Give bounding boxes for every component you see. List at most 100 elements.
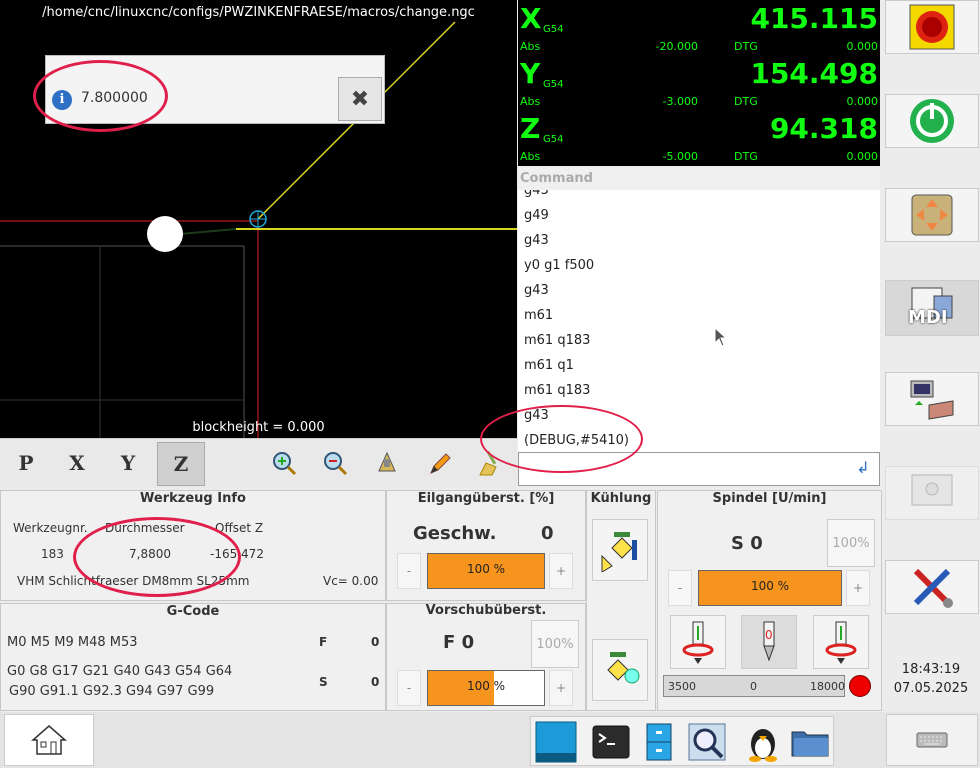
view-y-button[interactable]: Y bbox=[105, 442, 151, 484]
mist-coolant-button[interactable] bbox=[592, 639, 648, 701]
feed-100-button[interactable]: 100% bbox=[531, 620, 579, 668]
annotation-circle bbox=[33, 60, 168, 132]
view-p-button[interactable]: P bbox=[3, 442, 49, 484]
axis-coord: G54 bbox=[543, 134, 564, 145]
tool-view-button[interactable] bbox=[364, 442, 410, 484]
history-item[interactable]: g43 bbox=[524, 233, 549, 248]
preview-file-path: /home/cnc/linuxcnc/configs/PWZINKENFRAES… bbox=[42, 5, 475, 20]
rapid-speed-value: 0 bbox=[541, 523, 554, 544]
penguin-icon bbox=[749, 729, 777, 762]
keyboard-icon bbox=[916, 732, 948, 748]
home-icon bbox=[31, 725, 67, 755]
rapid-speed-label: Geschw. bbox=[413, 523, 497, 544]
cooling-panel: Kühlung bbox=[586, 490, 656, 711]
file-cabinet-button[interactable] bbox=[637, 720, 681, 764]
axis-letter: X bbox=[520, 2, 542, 35]
history-item[interactable]: g43 bbox=[524, 190, 549, 198]
folder-icon bbox=[791, 731, 829, 757]
mdi-mode-button[interactable]: MDI bbox=[885, 280, 979, 336]
spindle-stop-button[interactable]: 0 bbox=[741, 615, 797, 669]
feed-minus-button[interactable]: - bbox=[397, 670, 421, 706]
dtg-label: DTG bbox=[734, 40, 758, 53]
dtg-value: 0.000 bbox=[846, 40, 879, 53]
history-item[interactable]: g43 bbox=[524, 283, 549, 298]
search-app-button[interactable] bbox=[685, 720, 729, 764]
file-cabinet-icon bbox=[646, 723, 672, 761]
view-y-icon: Y bbox=[120, 451, 136, 475]
gcode-preview[interactable]: /home/cnc/linuxcnc/configs/PWZINKENFRAES… bbox=[0, 0, 517, 438]
close-popup-button[interactable]: ✖ bbox=[338, 77, 382, 121]
tools-button[interactable] bbox=[885, 560, 979, 614]
history-item[interactable]: m61 q1 bbox=[524, 358, 574, 373]
spindle-cw-button[interactable] bbox=[813, 615, 869, 669]
file-manager-button[interactable] bbox=[788, 720, 832, 764]
search-icon bbox=[688, 723, 726, 761]
feed-override-slider[interactable]: 100 % bbox=[427, 670, 545, 706]
view-z-button[interactable]: Z bbox=[157, 442, 205, 486]
spindle-speed: S 0 bbox=[731, 533, 763, 554]
desktop-icon bbox=[535, 721, 577, 763]
abs-label: Abs bbox=[520, 95, 541, 108]
auto-mode-button[interactable] bbox=[885, 372, 979, 426]
zoom-out-icon bbox=[324, 452, 348, 476]
rapid-override-slider[interactable]: 100 % bbox=[427, 553, 545, 589]
settings-mode-button[interactable] bbox=[885, 466, 979, 520]
terminal-icon bbox=[592, 725, 630, 759]
history-item[interactable]: m61 q183 bbox=[524, 383, 590, 398]
linux-app-button[interactable] bbox=[741, 720, 785, 764]
tool-info-title: Werkzeug Info bbox=[140, 491, 246, 506]
history-item[interactable]: g49 bbox=[524, 208, 549, 223]
feed-value: 0 bbox=[371, 635, 380, 649]
rapid-plus-button[interactable]: + bbox=[549, 553, 573, 589]
zoom-out-button[interactable] bbox=[312, 442, 358, 484]
blockheight-label: blockheight = 0.000 bbox=[192, 420, 325, 435]
spindle-minus-button[interactable]: - bbox=[668, 570, 692, 606]
spindle-panel: Spindel [U/min] S 0 100% - 100 % + 0 350… bbox=[657, 490, 882, 711]
tool-icon bbox=[378, 451, 396, 472]
manual-mode-button[interactable] bbox=[885, 188, 979, 242]
command-header: Command bbox=[518, 168, 880, 190]
active-gcodes-line2: G90 G91.1 G92.3 G94 G97 G99 bbox=[9, 684, 215, 699]
terminal-button[interactable] bbox=[589, 720, 633, 764]
spindle-plus-button[interactable]: + bbox=[846, 570, 870, 606]
enter-icon[interactable]: ↲ bbox=[852, 458, 874, 478]
spindle-ccw-button[interactable] bbox=[670, 615, 726, 669]
dtg-label: DTG bbox=[734, 95, 758, 108]
dro-panel: X G54 415.115 Abs -20.000 DTG 0.000 Y G5… bbox=[518, 0, 880, 166]
abs-label: Abs bbox=[520, 150, 541, 163]
dro-row-y: Y G54 154.498 Abs -3.000 DTG 0.000 bbox=[518, 55, 880, 110]
active-gcodes-line1: G0 G8 G17 G21 G40 G43 G54 G64 bbox=[7, 664, 233, 679]
spindle-range-min: 3500 bbox=[668, 680, 696, 693]
edit-button[interactable] bbox=[416, 442, 462, 484]
abs-label: Abs bbox=[520, 40, 541, 53]
feed-override-panel: Vorschubüberst. F 0 100% - 100 % + bbox=[386, 603, 586, 711]
tool-number: 183 bbox=[41, 547, 64, 561]
rapid-override-title: Eilgangüberst. [%] bbox=[417, 491, 555, 506]
flood-coolant-button[interactable] bbox=[592, 519, 648, 581]
abs-value: -20.000 bbox=[655, 40, 698, 53]
history-item[interactable]: m61 bbox=[524, 308, 553, 323]
show-desktop-button[interactable] bbox=[534, 720, 578, 764]
keyboard-button[interactable] bbox=[886, 714, 978, 766]
spindle-override-slider[interactable]: 100 % bbox=[698, 570, 842, 606]
spindle-100-button[interactable]: 100% bbox=[827, 519, 875, 567]
zoom-in-button[interactable] bbox=[261, 442, 307, 484]
preview-toolbar: P X Y Z bbox=[0, 438, 517, 488]
machine-power-button[interactable] bbox=[885, 94, 979, 148]
estop-button[interactable] bbox=[885, 0, 979, 54]
spindle-ccw-icon bbox=[682, 621, 714, 664]
axis-letter: Z bbox=[520, 112, 541, 145]
history-item[interactable]: m61 q183 bbox=[524, 333, 590, 348]
rapid-override-text: 100 % bbox=[466, 562, 506, 576]
spindle-stop-icon bbox=[763, 621, 775, 662]
pencil-icon bbox=[430, 453, 451, 474]
close-icon: ✖ bbox=[350, 86, 370, 112]
rapid-minus-button[interactable]: - bbox=[397, 553, 421, 589]
view-x-button[interactable]: X bbox=[54, 442, 100, 484]
home-button[interactable] bbox=[4, 714, 94, 766]
spindle-speed-bar: 3500 0 18000 bbox=[663, 675, 845, 697]
flood-coolant-icon bbox=[601, 532, 637, 572]
feed-plus-button[interactable]: + bbox=[549, 670, 573, 706]
tool-number-header: Werkzeugnr. bbox=[13, 521, 88, 535]
history-item[interactable]: y0 g1 f500 bbox=[524, 258, 594, 273]
